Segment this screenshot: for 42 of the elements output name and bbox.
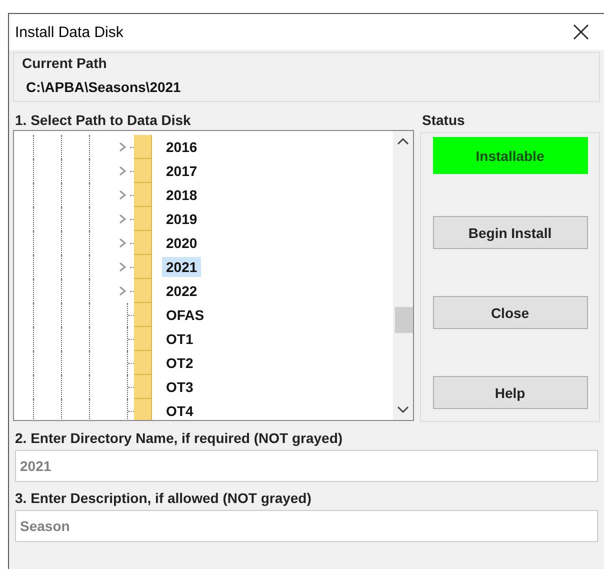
folder-icon [134,231,152,255]
dialog-button[interactable]: Help [432,376,588,409]
status-indicator: Installable [432,137,588,174]
dialog-button[interactable]: Begin Install [432,216,588,249]
tree-item[interactable]: OT3 [162,377,198,397]
folder-icon [134,183,152,207]
chevron-icon[interactable] [119,166,127,176]
scrollbar[interactable] [393,131,413,420]
folder-icon [134,399,152,420]
folder-icon [134,159,152,183]
scroll-up-icon[interactable] [397,137,409,145]
chevron-icon[interactable] [119,142,127,152]
folder-icon [134,207,152,231]
tree-item[interactable]: OT4 [162,401,198,420]
window-title: Install Data Disk [15,24,124,40]
chevron-icon[interactable] [119,214,127,224]
tree-item[interactable]: 2020 [162,233,202,253]
folder-icon [134,255,152,279]
folder-icon [134,135,152,159]
tree-item[interactable]: 2018 [162,185,202,205]
close-icon [573,24,589,40]
chevron-icon[interactable] [119,286,127,296]
chevron-icon[interactable] [119,238,127,248]
current-path: C:\APBA\Seasons\2021 [25,79,182,95]
folder-icon [134,351,152,375]
tree-item[interactable]: 2017 [162,161,202,181]
scroll-down-icon[interactable] [397,406,409,414]
chevron-icon[interactable] [119,190,127,200]
folder-icon [134,327,152,351]
folder-icon [134,375,152,399]
folder-icon [134,279,152,303]
tree-item[interactable]: OFAS [162,305,208,325]
folder-icon [134,303,152,327]
tree-item[interactable]: OT1 [162,329,198,349]
tree-item[interactable]: OT2 [162,353,198,373]
tree-item[interactable]: 2021 [162,257,202,277]
tree-item[interactable]: 2016 [162,137,202,157]
dialog-button[interactable]: Close [432,296,588,329]
chevron-icon[interactable] [119,262,127,272]
scrollbar-thumb[interactable] [395,307,413,333]
tree-item[interactable]: 2019 [162,209,202,229]
tree-item[interactable]: 2022 [162,281,202,301]
